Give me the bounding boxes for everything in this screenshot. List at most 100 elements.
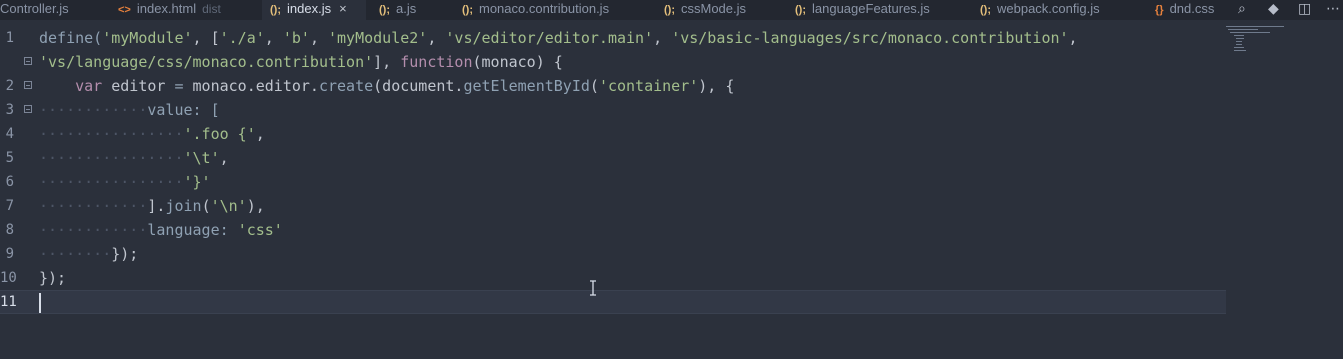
line-number: 10	[0, 270, 17, 286]
tab-dnd-css[interactable]: {} dnd.css	[1155, 0, 1214, 20]
token-string: '\n'	[210, 197, 247, 215]
token-punct: ,	[309, 29, 328, 47]
js-file-icon: ();	[980, 4, 991, 16]
token-function: join	[165, 197, 202, 215]
editor-actions: ⌕ ◆ ◫ ⋯	[1231, 0, 1343, 20]
token-string: 'vs/editor/editor.main'	[445, 29, 654, 47]
code-text: ················'}'	[39, 170, 211, 194]
code-text: ················'.foo {',	[39, 122, 265, 146]
line-number: 3	[5, 102, 14, 118]
whitespace: ············	[39, 101, 148, 119]
tab-label: Controller.js	[0, 1, 69, 16]
git-icon[interactable]: ◆	[1268, 1, 1279, 17]
token-punct: ].	[147, 197, 166, 215]
token-punct: , [	[192, 29, 220, 47]
js-file-icon: ();	[795, 4, 806, 16]
code-line: 6 ················'}'	[0, 170, 1226, 194]
html-file-icon: <>	[118, 4, 131, 16]
code-line: 8 ············language: 'css'	[0, 218, 1226, 242]
tab-bar: Controller.js <> index.html dist (); index.…	[0, 0, 1343, 20]
line-number: 4	[5, 126, 14, 142]
code-line: 9 ········});	[0, 242, 1226, 266]
tab-index-html[interactable]: <> index.html dist	[118, 0, 221, 20]
token-string: 'css'	[237, 221, 283, 239]
token-string: 'myModule2'	[328, 29, 428, 47]
line-number: 7	[5, 198, 14, 214]
token-string: '.foo {'	[183, 125, 256, 143]
tab-label: monaco.contribution.js	[479, 1, 610, 16]
tab-monaco-contribution-js[interactable]: (); monaco.contribution.js	[462, 0, 609, 20]
whitespace: ················	[39, 125, 184, 143]
ibeam-cursor-icon	[588, 280, 598, 296]
tab-label: index.js	[287, 1, 332, 16]
token-identifier: monaco.editor.	[183, 77, 319, 95]
js-file-icon: ();	[270, 4, 281, 16]
token-punct: (	[201, 197, 211, 215]
code-line: 3 ············value: [	[0, 98, 1226, 122]
token-punct: ), {	[698, 77, 735, 95]
tab-languagefeatures-js[interactable]: (); languageFeatures.js	[795, 0, 930, 20]
code-line: 10 });	[0, 266, 1226, 290]
code-text: ············value: [	[39, 98, 220, 122]
current-line: 11	[0, 290, 1226, 314]
code-text: ············language: 'css'	[39, 218, 283, 242]
tab-a-js[interactable]: (); a.js	[379, 0, 416, 20]
js-file-icon: ();	[462, 4, 473, 16]
find-references-icon[interactable]: ⌕	[1238, 1, 1246, 17]
token-operator: =	[174, 77, 184, 95]
token-punct: });	[111, 245, 139, 263]
line-number: 1	[5, 30, 14, 46]
tab-label: index.html	[136, 1, 197, 16]
tab-controller-js[interactable]: Controller.js	[0, 0, 69, 20]
tab-label: languageFeatures.js	[812, 1, 930, 16]
token-punct: (	[589, 77, 599, 95]
token-punct: });	[39, 269, 67, 287]
token-identifier: editor	[102, 77, 175, 95]
token-punct: ],	[373, 53, 401, 71]
close-icon[interactable]: ×	[339, 1, 347, 16]
minimap[interactable]	[1226, 26, 1286, 56]
token-string: 'myModule'	[102, 29, 193, 47]
fold-icon[interactable]	[24, 81, 32, 89]
code-line: 7 ············].join('\n'),	[0, 194, 1226, 218]
token-punct: ,	[264, 29, 283, 47]
token-punct: ,	[427, 29, 446, 47]
code-line: 2 var editor = monaco.editor.create(docu…	[0, 74, 1226, 98]
code-text: ············].join('\n'),	[39, 194, 265, 218]
token-string: 'vs/language/css/monaco.contribution'	[39, 53, 374, 71]
tab-label: dnd.css	[1169, 1, 1215, 16]
token-function: create	[318, 77, 374, 95]
code-text: ········});	[39, 242, 138, 266]
code-line: 'vs/language/css/monaco.contribution'], …	[0, 50, 1226, 74]
token-string: 'vs/basic-languages/src/monaco.contribut…	[671, 29, 1069, 47]
token-punct: ,	[219, 149, 229, 167]
line-number: 5	[5, 150, 14, 166]
token-string: 'container'	[598, 77, 699, 95]
fold-icon[interactable]	[24, 57, 32, 65]
tab-label: a.js	[396, 1, 417, 16]
code-editor[interactable]: 1 define('myModule', ['./a', 'b', 'myMod…	[0, 20, 1343, 359]
token-string: '\t'	[183, 149, 220, 167]
tab-label: webpack.config.js	[997, 1, 1100, 16]
split-editor-icon[interactable]: ◫	[1298, 1, 1311, 17]
line-number: 6	[5, 174, 14, 190]
line-number: 8	[5, 222, 14, 238]
fold-icon[interactable]	[24, 105, 32, 113]
token-punct: ),	[246, 197, 265, 215]
tab-webpack-config-js[interactable]: (); webpack.config.js	[980, 0, 1100, 20]
tab-label: cssMode.js	[681, 1, 747, 16]
tab-index-js[interactable]: (); index.js ×	[262, 0, 366, 20]
js-file-icon: ();	[379, 4, 390, 16]
more-icon[interactable]: ⋯	[1326, 1, 1340, 17]
css-file-icon: {}	[1155, 4, 1164, 16]
whitespace: ············	[39, 197, 148, 215]
token-function: getElementById	[463, 77, 590, 95]
token-identifier: (document.	[373, 77, 464, 95]
code-text: });	[39, 266, 66, 290]
whitespace: ········	[39, 245, 112, 263]
tab-cssmode-js[interactable]: (); cssMode.js	[664, 0, 746, 20]
token-string: '}'	[183, 173, 211, 191]
code-text: define('myModule', ['./a', 'b', 'myModul…	[39, 26, 1078, 50]
code-line: 4 ················'.foo {',	[0, 122, 1226, 146]
